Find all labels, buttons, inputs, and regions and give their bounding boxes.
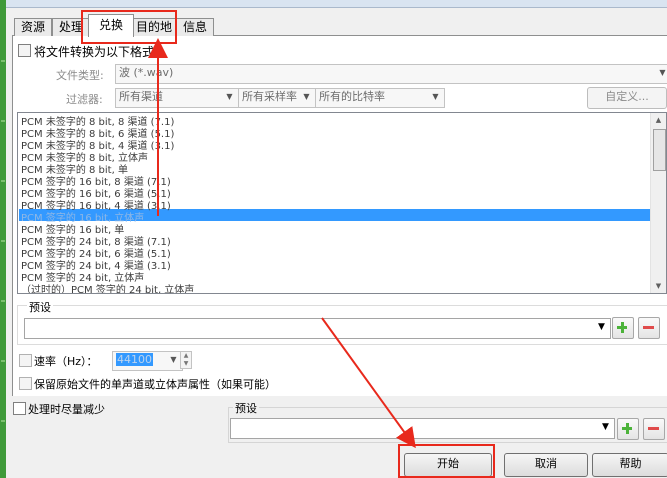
sample-rate-checkbox[interactable] [19,354,32,367]
customize-button[interactable]: 自定义... [587,87,667,109]
scroll-up-icon[interactable]: ▲ [651,113,666,127]
keep-channels-checkbox[interactable] [19,377,32,390]
preset-bottom-label: 预设 [233,400,259,416]
chevron-down-icon: ▼ [226,92,233,101]
sample-rate-filter-value: 所有采样率 [242,90,297,103]
preset-bottom-select[interactable]: ▼ [230,418,615,439]
tab-info[interactable]: 信息 [176,18,214,36]
help-button[interactable]: 帮助 [592,453,667,477]
filter-label: 过滤器: [66,93,103,106]
format-list-item[interactable]: PCM 签字的 24 bit, 4 渠道 (3.1) [21,261,171,273]
scroll-down-icon[interactable]: ▼ [651,279,666,293]
format-list-item[interactable]: PCM 签字的 24 bit, 立体声 [21,273,144,285]
format-list-item[interactable]: PCM 未签字的 8 bit, 4 渠道 (3.1) [21,141,174,153]
title-bar [6,0,667,8]
format-list-item[interactable]: PCM 未签字的 8 bit, 8 渠道 (7.1) [21,117,174,129]
chevron-down-icon: ▼ [303,92,310,101]
format-list-item[interactable]: PCM 未签字的 8 bit, 立体声 [21,153,148,165]
scrollbar-thumb[interactable] [653,129,666,171]
minimize-label: 处理时尽量减少 [28,403,105,416]
chevron-down-icon: ▼ [659,68,666,77]
bit-rate-filter-select[interactable]: 所有的比特率 ▼ [315,88,445,108]
file-type-label: 文件类型: [56,69,104,82]
format-list-item[interactable]: PCM 签字的 16 bit, 8 渠道 (7.1) [21,177,171,189]
bit-rate-filter-value: 所有的比特率 [319,90,385,103]
keep-channels-label: 保留原始文件的单声道或立体声属性（如果可能） [34,378,276,391]
sample-rate-label: 速率（Hz）： [34,355,98,368]
sample-rate-value: 44100 [116,353,153,366]
format-list-item[interactable]: （过时的）PCM 签字的 24 bit, 立体声 [21,285,194,293]
format-list-item[interactable]: PCM 未签字的 8 bit, 6 渠道 (5.1) [21,129,174,141]
preset-top-label: 预设 [27,299,53,315]
preset-top-select[interactable]: ▼ [24,318,611,339]
minimize-checkbox[interactable] [13,402,26,415]
format-list-item[interactable]: PCM 签字的 16 bit, 4 渠道 (3.1) [21,201,171,213]
add-preset-icon[interactable] [612,317,634,339]
format-list-item[interactable]: PCM 未签字的 8 bit, 单 [21,165,128,177]
format-list-item[interactable]: PCM 签字的 16 bit, 立体声 [21,213,144,225]
tab-source[interactable]: 资源 [14,18,52,36]
chevron-down-icon: ▼ [432,92,439,101]
channels-filter-select[interactable]: 所有渠道 ▼ [115,88,239,108]
remove-preset-icon[interactable] [638,317,660,339]
sample-rate-spinner[interactable]: ▲ ▼ [180,351,192,369]
convert-checkbox[interactable] [18,44,31,57]
remove-preset-icon[interactable] [643,418,665,440]
file-type-value: 波 (*.wav) [119,66,174,79]
format-list-scrollbar[interactable]: ▲ ▼ [650,113,666,293]
cancel-button[interactable]: 取消 [504,453,588,477]
file-type-select[interactable]: 波 (*.wav) ▼ [115,64,667,84]
format-list-item[interactable]: PCM 签字的 16 bit, 6 渠道 (5.1) [21,189,171,201]
annotation-box-start [398,444,495,478]
format-list-item[interactable]: PCM 签字的 16 bit, 单 [21,225,124,237]
sample-rate-select[interactable]: 44100 ▼ [112,351,183,371]
format-list-item[interactable]: PCM 签字的 24 bit, 8 渠道 (7.1) [21,237,171,249]
format-list[interactable]: PCM 未签字的 8 bit, 8 渠道 (7.1) PCM 未签字的 8 bit… [17,112,667,294]
convert-checkbox-label: 将文件转换为以下格式: [34,45,159,59]
channels-filter-value: 所有渠道 [119,90,163,103]
chevron-down-icon: ▼ [598,322,605,332]
sample-rate-filter-select[interactable]: 所有采样率 ▼ [238,88,316,108]
tab-convert[interactable]: 兑换 [88,14,134,37]
chevron-down-icon: ▼ [170,355,177,364]
add-preset-icon[interactable] [617,418,639,440]
format-list-item[interactable]: PCM 签字的 24 bit, 6 渠道 (5.1) [21,249,171,261]
chevron-down-icon: ▼ [602,422,609,432]
